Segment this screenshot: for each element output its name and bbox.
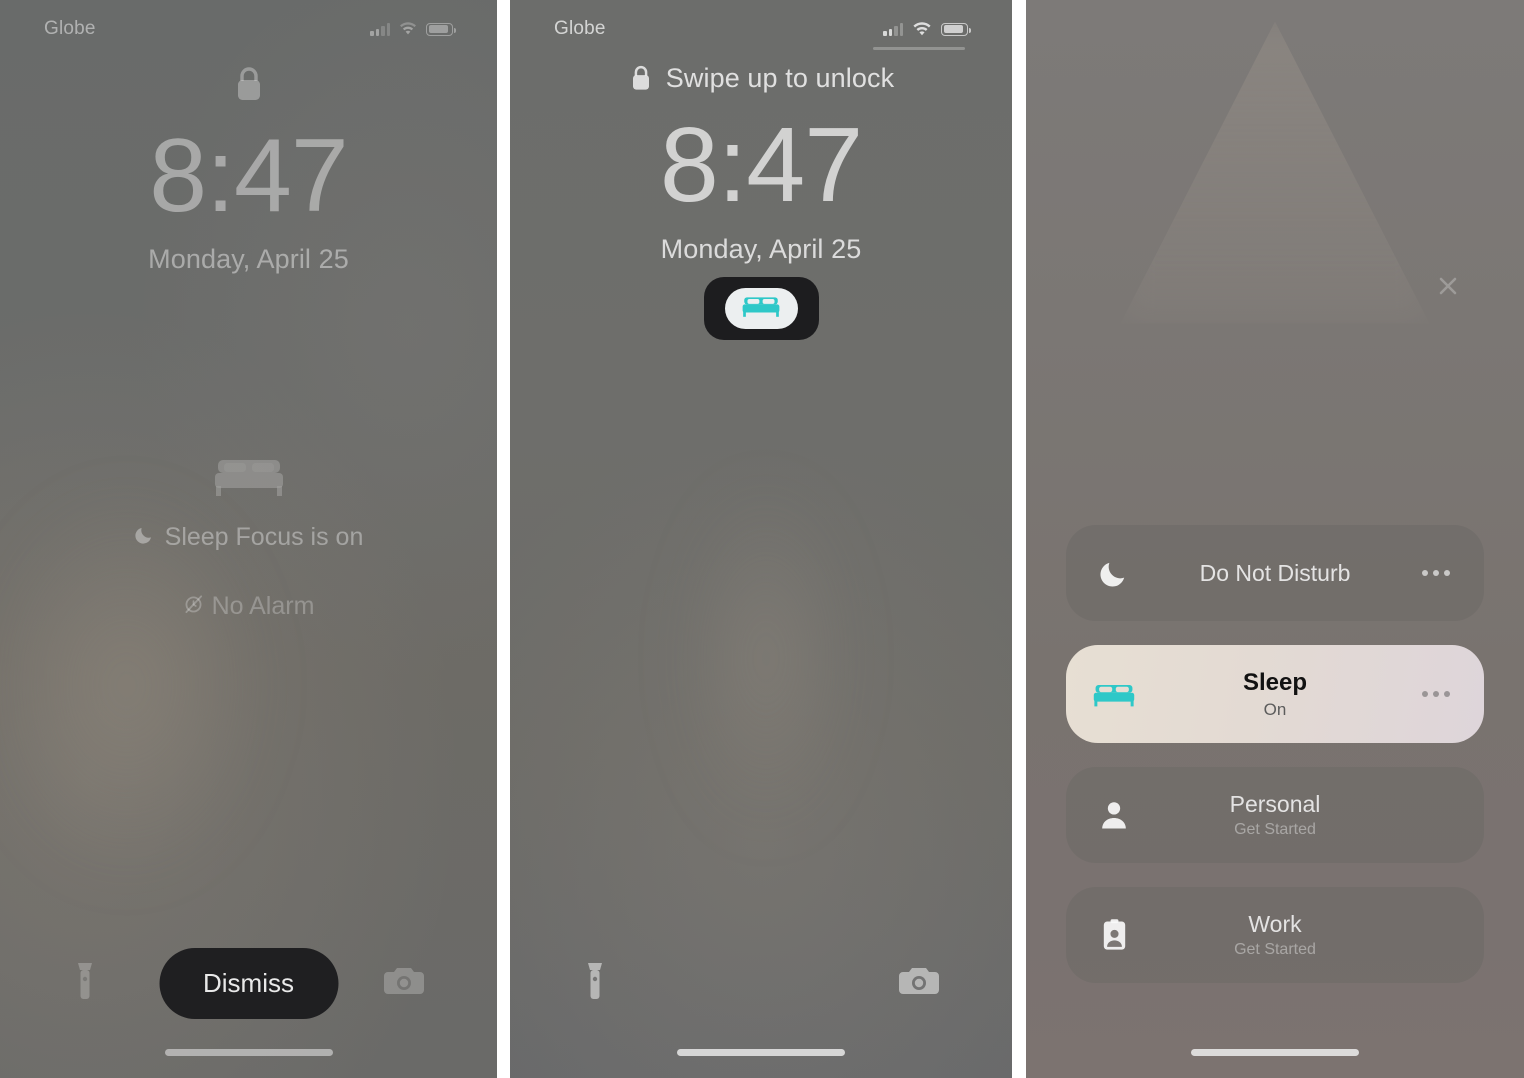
clock-time: 8:47 [659,106,863,224]
focus-pill-button[interactable] [703,277,819,340]
flashlight-icon[interactable] [72,959,98,1008]
focus-item-text: Personal Get Started [1162,791,1484,839]
camera-icon[interactable] [383,964,425,1003]
status-icons [883,21,971,37]
screenshot-strip: Globe 8:47 Monday, April 25 Sleep Focus … [0,0,1524,1078]
bed-icon [741,293,781,324]
swipe-row: Swipe up to unlock [510,62,1012,94]
alarm-status-text: No Alarm [211,592,315,620]
focus-item-text: Work Get Started [1162,911,1484,959]
focus-status-text: Sleep Focus is on [164,523,364,551]
focus-item-name: Do Not Disturb [1199,559,1351,586]
lock-bottom-bar [510,940,1012,1026]
focus-item-do-not-disturb[interactable]: Do Not Disturb [1066,525,1484,621]
battery-icon [426,22,456,36]
camera-icon[interactable] [898,964,940,1003]
clock-time: 8:47 [149,118,348,234]
home-indicator [1191,1049,1359,1056]
lock-zone: 8:47 Monday, April 25 [0,62,497,275]
person-icon [1066,799,1162,831]
status-underline [873,47,965,50]
focus-status-line: Sleep Focus is on [0,523,497,552]
ellipsis-icon[interactable] [1422,691,1450,697]
bed-icon [1066,680,1162,709]
panel-gap-1 [497,0,510,1078]
home-indicator [164,1049,333,1056]
focus-pill-cap [724,288,798,329]
id-badge-icon [1066,918,1162,952]
carrier-label: Globe [44,18,96,39]
status-bar: Globe [0,0,497,58]
clock-date: Monday, April 25 [660,234,862,264]
focus-list: Do Not Disturb Sleep On Personal Get Sta… [1026,525,1524,1007]
flashlight-icon[interactable] [582,959,608,1008]
lock-icon [628,62,654,94]
carrier-label: Globe [554,18,606,39]
panel-lockscreen-sleep-focus: Globe 8:47 Monday, April 25 Sleep Focus … [0,0,497,1078]
lock-row [0,62,497,106]
moon-icon [1066,557,1162,589]
home-indicator [677,1049,845,1056]
focus-item-sub: On [1263,699,1287,719]
clock-date: Monday, April 25 [148,244,349,274]
bed-icon [212,460,286,504]
focus-item-personal[interactable]: Personal Get Started [1066,767,1484,863]
dismiss-button[interactable]: Dismiss [159,947,338,1019]
wifi-icon [399,22,417,36]
swipe-up-label: Swipe up to unlock [665,62,895,93]
lock-bottom-bar: Dismiss [0,940,497,1026]
panel-focus-control-center: Find Focus in the Day Filter notificatio… [1026,0,1524,1078]
panel-gap-2 [1012,0,1026,1078]
sleep-status-block: Sleep Focus is on No Alarm [0,452,497,621]
focus-item-name: Personal [1229,791,1321,817]
panel-lockscreen-swipe-unlock: Globe Swipe up to unlock 8:47 Monday, Ap… [510,0,1012,1078]
ellipsis-icon[interactable] [1422,570,1450,576]
status-icons [370,22,456,36]
alarm-off-icon [183,592,204,621]
focus-item-sub: Get Started [1234,941,1316,958]
battery-icon [941,22,971,36]
focus-item-name: Sleep [1242,668,1308,696]
close-icon[interactable] [1434,272,1462,300]
focus-item-name: Work [1248,911,1302,937]
moon-icon [134,523,155,552]
cellular-icon [370,22,390,36]
lock-zone: Swipe up to unlock 8:47 Monday, April 25 [510,62,1012,340]
focus-item-sub: Get Started [1234,821,1316,838]
wifi-icon [912,21,932,37]
alarm-status-line: No Alarm [0,592,497,621]
focus-item-work[interactable]: Work Get Started [1066,887,1484,983]
cellular-icon [883,22,903,36]
focus-item-sleep[interactable]: Sleep On [1066,645,1484,743]
lock-icon [232,62,266,106]
